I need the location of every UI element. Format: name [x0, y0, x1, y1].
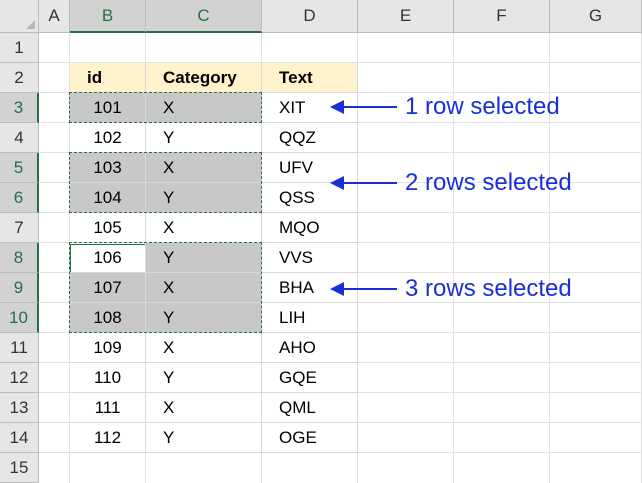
annotation-1-row-selected: 1 row selected	[405, 93, 560, 120]
annotation-arrows	[330, 100, 397, 296]
spreadsheet-grid[interactable]: A B C D E F G 1 2 3 4 5 6 7 8 9 10 11 12…	[0, 0, 642, 483]
arrow-left-icon	[330, 100, 344, 114]
arrow-left-icon	[330, 176, 344, 190]
annotation-2-rows-selected: 2 rows selected	[405, 169, 572, 196]
annotation-3-rows-selected: 3 rows selected	[405, 275, 572, 302]
arrow-left-icon	[330, 282, 344, 296]
